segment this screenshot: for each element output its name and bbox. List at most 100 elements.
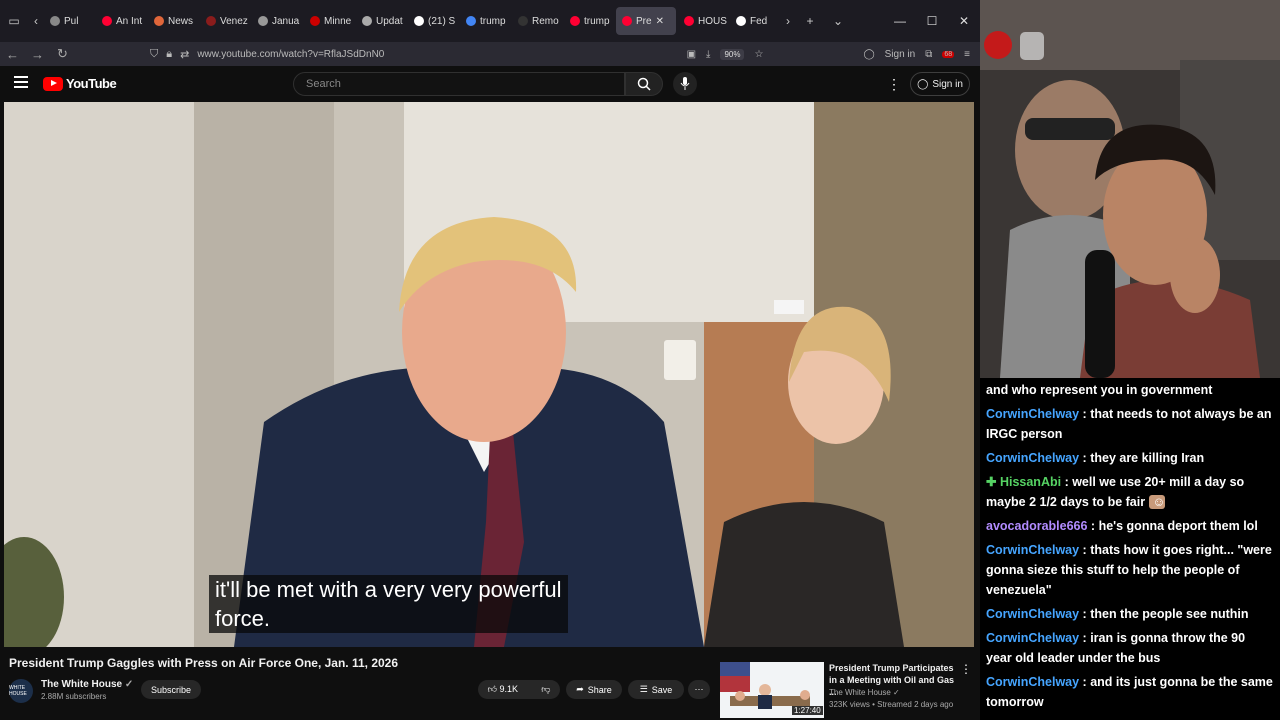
chat-username[interactable]: CorwinChelway	[986, 407, 1079, 421]
chat-username[interactable]: CorwinChelway	[986, 451, 1079, 465]
lock-icon[interactable]: 🔒︎	[166, 48, 172, 61]
recommended-channel: The White House ✓	[829, 688, 900, 697]
browser-tab[interactable]: Remo	[512, 7, 562, 35]
maximize-icon[interactable]: ☐	[916, 0, 948, 42]
verified-badge-icon: ✓	[124, 679, 134, 690]
browser-tab[interactable]: trump	[460, 7, 510, 35]
youtube-header: YouTube Search ⋮ ◯ Sign in	[0, 66, 980, 102]
zoom-level[interactable]: 90%	[720, 48, 745, 60]
account-icon[interactable]: ◯	[863, 49, 874, 60]
share-label: Share	[587, 684, 612, 695]
minimize-icon[interactable]: —	[884, 0, 916, 42]
browser-tab[interactable]: Pre ✕	[616, 7, 676, 35]
tab-label: Remo	[532, 15, 559, 27]
browser-tab[interactable]: Fed	[730, 7, 780, 35]
chat-username[interactable]: HissanAbi	[1000, 475, 1061, 489]
chat-username[interactable]: CorwinChelway	[986, 675, 1079, 689]
chat-separator: :	[1079, 543, 1091, 557]
close-window-icon[interactable]: ✕	[948, 0, 980, 42]
extensions-icon[interactable]: ⧉	[925, 49, 932, 60]
search-input[interactable]: Search	[293, 72, 625, 96]
new-tab-icon[interactable]: +	[796, 0, 824, 42]
browser-tab[interactable]: Updat	[356, 7, 406, 35]
thumbs-up-icon: 👍︎	[487, 684, 497, 694]
share-button[interactable]: ➦ Share	[566, 680, 622, 699]
permissions-icon[interactable]: ⇄	[180, 48, 189, 61]
tab-label: Venez	[220, 15, 248, 27]
tab-scroll-right-icon[interactable]: ›	[780, 0, 796, 42]
browser-tab[interactable]: Venez	[200, 7, 250, 35]
dislike-button[interactable]: 👎︎	[541, 684, 550, 695]
save-playlist-icon: ☰	[639, 684, 648, 694]
channel-name[interactable]: The White House ✓	[41, 679, 133, 690]
address-bar[interactable]: ⛉ 🔒︎ ⇄ www.youtube.com/watch?v=RflaJSdDn…	[150, 42, 770, 66]
tab-label: Pre	[636, 15, 652, 27]
tab-close-icon[interactable]: ✕	[656, 16, 664, 27]
tab-favicon-icon	[310, 16, 320, 26]
tab-label: trump	[480, 15, 506, 27]
save-button[interactable]: ☰ Save	[628, 680, 684, 699]
chat-separator: :	[1079, 675, 1091, 689]
url-text[interactable]: www.youtube.com/watch?v=RflaJSdDnN0	[197, 49, 384, 60]
chat-separator: :	[1061, 475, 1073, 489]
webcam-image	[980, 0, 1280, 378]
more-actions-button[interactable]: ⋯	[688, 680, 710, 699]
tab-overview-icon[interactable]: ▭	[0, 0, 28, 42]
tab-favicon-icon	[736, 16, 746, 26]
browser-tab[interactable]: Janua	[252, 7, 302, 35]
forward-icon[interactable]: →	[25, 47, 50, 62]
tab-scroll-left-icon[interactable]: ‹	[28, 0, 44, 42]
youtube-sign-in-button[interactable]: ◯ Sign in	[910, 72, 970, 96]
chat-text: they are killing Iran	[1090, 451, 1205, 465]
bookmark-star-icon[interactable]: ☆	[754, 49, 763, 60]
tab-favicon-icon	[414, 16, 424, 26]
guide-menu-icon[interactable]	[14, 76, 28, 88]
tab-favicon-icon	[206, 16, 216, 26]
chat-message: CorwinChelway : thats how it goes right.…	[986, 540, 1274, 600]
browser-tab[interactable]: News	[148, 7, 198, 35]
tab-list-chevron-icon[interactable]: ⌄	[824, 0, 852, 42]
chat-username[interactable]: CorwinChelway	[986, 607, 1079, 621]
chat-username[interactable]: CorwinChelway	[986, 543, 1079, 557]
account-circle-icon: ◯	[917, 78, 929, 90]
recommended-more-icon[interactable]: ⋮	[960, 662, 972, 676]
channel-avatar[interactable]: WHITE HOUSE	[9, 679, 33, 703]
voice-search-button[interactable]	[673, 72, 697, 96]
settings-kebab-icon[interactable]: ⋮	[887, 76, 901, 93]
tab-favicon-icon	[518, 16, 528, 26]
youtube-logo[interactable]: YouTube	[43, 76, 117, 91]
browser-tab[interactable]: An Int	[96, 7, 146, 35]
chat-message: avocadorable666 : he's gonna deport them…	[986, 516, 1274, 536]
like-dislike-group: 👍︎ 9.1K 👎︎	[478, 680, 560, 699]
like-button[interactable]: 👍︎ 9.1K	[488, 684, 518, 695]
browser-tab[interactable]: trump	[564, 7, 614, 35]
shield-icon[interactable]: ⛉	[150, 48, 158, 61]
browser-tab[interactable]: HOUS	[678, 7, 728, 35]
subscriber-count: 2.88M subscribers	[41, 692, 107, 701]
browser-tab[interactable]: (21) S	[408, 7, 458, 35]
download-icon[interactable]: ⤓	[706, 49, 710, 60]
back-icon[interactable]: ←	[0, 47, 25, 62]
browser-window: ▭ ‹ Pul An Int News Venez Janua Minne Updat (21…	[0, 0, 980, 720]
pip-icon[interactable]: ▣	[687, 49, 696, 60]
tab-favicon-icon	[258, 16, 268, 26]
search-button[interactable]	[625, 72, 663, 96]
thumbs-down-icon: 👎︎	[541, 684, 551, 694]
tab-bar: ▭ ‹ Pul An Int News Venez Janua Minne Updat (21…	[0, 0, 980, 42]
browser-tab[interactable]: Minne	[304, 7, 354, 35]
browser-sign-in[interactable]: Sign in	[885, 49, 916, 60]
tab-favicon-icon	[466, 16, 476, 26]
chat-username[interactable]: CorwinChelway	[986, 631, 1079, 645]
chat-username[interactable]: avocadorable666	[986, 519, 1087, 533]
browser-tab[interactable]: Pul	[44, 7, 94, 35]
subscribe-button[interactable]: Subscribe	[141, 680, 201, 699]
chat-message: ✚ HissanAbi : well we use 20+ mill a day…	[986, 472, 1274, 512]
search-icon	[637, 77, 651, 91]
tab-favicon-icon	[154, 16, 164, 26]
extension-badge[interactable]: 68	[942, 50, 955, 58]
tab-favicon-icon	[570, 16, 580, 26]
app-menu-icon[interactable]: ≡	[964, 49, 970, 60]
tab-favicon-icon	[684, 16, 694, 26]
reload-icon[interactable]: ↻	[50, 46, 75, 62]
video-player[interactable]: it'll be met with a very very powerful f…	[4, 102, 974, 647]
